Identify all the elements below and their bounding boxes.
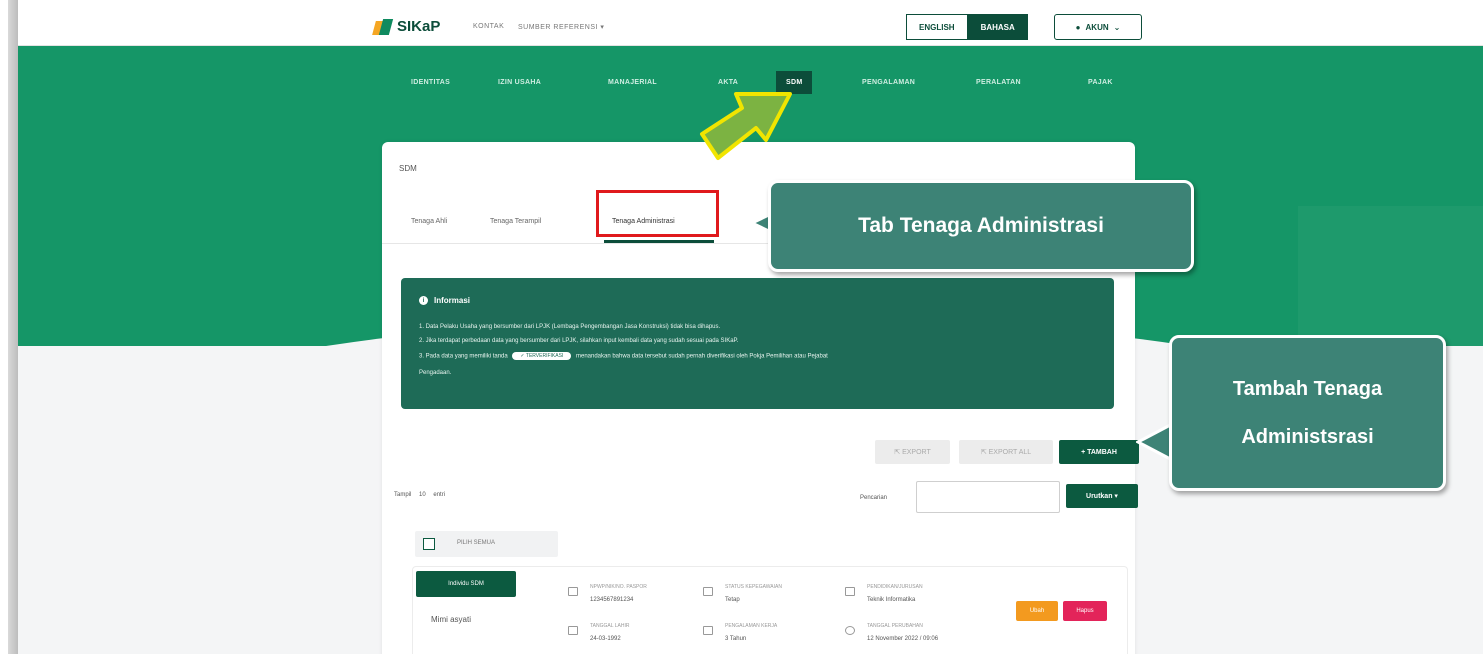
menu-peralatan[interactable]: PERALATAN — [976, 79, 1021, 86]
user-icon: ● — [1075, 22, 1081, 32]
field-value: 12 November 2022 / 09:06 — [867, 636, 939, 642]
app-viewport: SIKaP KONTAK SUMBER REFERENSI ▾ ENGLISH … — [18, 10, 1483, 654]
info-line-4: Pengadaan. — [419, 370, 452, 376]
field-label: PENDIDIKAN/JURUSAN — [867, 584, 923, 590]
sort-button[interactable]: Urutkan ▾ — [1066, 484, 1138, 508]
info-line-3-post: menandakan bahwa data tersebut sudah per… — [575, 353, 828, 360]
field-value: 3 Tahun — [725, 636, 747, 642]
card-title: SDM — [399, 164, 417, 173]
bahasa-button[interactable]: BAHASA — [967, 14, 1028, 40]
export-all-icon: ⇱ — [980, 449, 989, 456]
export-label: EXPORT — [902, 448, 931, 456]
select-all-control[interactable]: PILIH SEMUA — [415, 531, 558, 557]
account-button[interactable]: ● AKUN ⌄ — [1054, 14, 1142, 40]
field-value: Tetap — [725, 597, 740, 603]
tambah-button[interactable]: + TAMBAH — [1059, 440, 1139, 464]
callout-tambah-line-2: Administsrasi — [1241, 426, 1374, 448]
menu-pengalaman[interactable]: PENGALAMAN — [862, 79, 915, 86]
select-all-label: PILIH SEMUA — [457, 540, 496, 546]
menu-manajerial[interactable]: MANAJERIAL — [608, 79, 657, 86]
top-navbar: SIKaP KONTAK SUMBER REFERENSI ▾ ENGLISH … — [18, 10, 1483, 46]
search-label: Pencarian — [860, 495, 888, 501]
logo-text: SIKaP — [397, 18, 441, 35]
hero-decoration — [1298, 206, 1483, 346]
info-title: Informasi — [434, 296, 471, 305]
kontak-link[interactable]: KONTAK — [473, 23, 504, 30]
export-button[interactable]: ⇱ EXPORT — [875, 440, 950, 464]
select-all-checkbox[interactable] — [423, 538, 435, 550]
row-name: Mimi asyati — [431, 615, 472, 624]
callout-tambah-line-1: Tambah Tenaga — [1232, 378, 1383, 400]
callout-tab-tenaga-administrasi: Tab Tenaga Administrasi — [768, 180, 1194, 272]
clock-icon — [845, 626, 855, 635]
graduation-icon — [845, 587, 855, 596]
entri-label: entri — [433, 492, 446, 498]
edit-button[interactable]: Ubah — [1016, 601, 1058, 621]
tampil-label: Tampil — [394, 492, 412, 498]
info-panel: i Informasi 1. Data Pelaku Usaha yang be… — [401, 278, 1114, 409]
field-label: TANGGAL PERUBAHAN — [867, 623, 923, 629]
menu-identitas[interactable]: IDENTITAS — [411, 79, 450, 86]
info-line-3-pre: 3. Pada data yang memiliki tanda — [419, 353, 508, 360]
tab-tenaga-terampil[interactable]: Tenaga Terampil — [490, 218, 541, 225]
info-heading: i Informasi — [419, 296, 470, 305]
delete-button[interactable]: Hapus — [1063, 601, 1107, 621]
account-label: AKUN — [1085, 22, 1109, 32]
field-label: NPWP/NIK/NO. PASPOR — [590, 584, 647, 590]
sumber-referensi-link[interactable]: SUMBER REFERENSI ▾ — [518, 23, 604, 31]
active-tab-indicator — [604, 240, 714, 243]
frame-shadow — [8, 0, 18, 654]
menu-akta[interactable]: AKTA — [718, 79, 738, 86]
tab-tenaga-ahli[interactable]: Tenaga Ahli — [411, 218, 447, 225]
field-label: STATUS KEPEGAWAIAN — [725, 584, 782, 590]
info-line-1: 1. Data Pelaku Usaha yang bersumber dari… — [419, 324, 721, 330]
field-label: PENGALAMAN KERJA — [725, 623, 778, 629]
english-button[interactable]: ENGLISH — [906, 14, 968, 40]
verified-pill: ✓ TERVERIFIKASI — [512, 352, 572, 360]
field-label: TANGGAL LAHIR — [590, 623, 630, 629]
briefcase-icon — [703, 626, 713, 635]
menu-izin-usaha[interactable]: IZIN USAHA — [498, 79, 541, 86]
screenshot-frame: SIKaP KONTAK SUMBER REFERENSI ▾ ENGLISH … — [0, 0, 1483, 654]
logo[interactable]: SIKaP — [374, 18, 440, 35]
page-size-control: Tampil 10 entri — [394, 492, 445, 498]
export-all-label: EXPORT ALL — [988, 448, 1032, 456]
info-icon: i — [419, 296, 428, 305]
highlight-box — [596, 190, 719, 237]
page-size-select[interactable]: 10 — [419, 492, 426, 498]
export-icon: ⇱ — [894, 449, 903, 456]
callout-tambah-tenaga: Tambah Tenaga Administsrasi — [1169, 335, 1446, 491]
info-line-2: 2. Jika terdapat perbedaan data yang ber… — [419, 338, 739, 344]
info-line-3: 3. Pada data yang memiliki tanda ✓ TERVE… — [419, 352, 828, 360]
row-badge: Individu SDM — [416, 571, 516, 597]
field-value: 1234567891234 — [590, 597, 634, 603]
menu-pajak[interactable]: PAJAK — [1088, 79, 1113, 86]
chevron-down-icon: ⌄ — [1113, 22, 1121, 32]
field-value: 24-03-1992 — [590, 636, 621, 642]
language-switcher: ENGLISH BAHASA — [906, 14, 1028, 40]
id-card-icon — [568, 587, 578, 596]
list-item: Individu SDM Mimi asyati NPWP/NIK/NO. PA… — [412, 566, 1128, 654]
calendar-icon — [568, 626, 578, 635]
export-all-button[interactable]: ⇱ EXPORT ALL — [959, 440, 1053, 464]
logo-icon — [374, 19, 392, 35]
field-value: Teknik Informatika — [867, 597, 916, 603]
search-input[interactable] — [916, 481, 1060, 513]
badge-icon — [703, 587, 713, 596]
pointer-arrow-icon — [700, 92, 792, 160]
